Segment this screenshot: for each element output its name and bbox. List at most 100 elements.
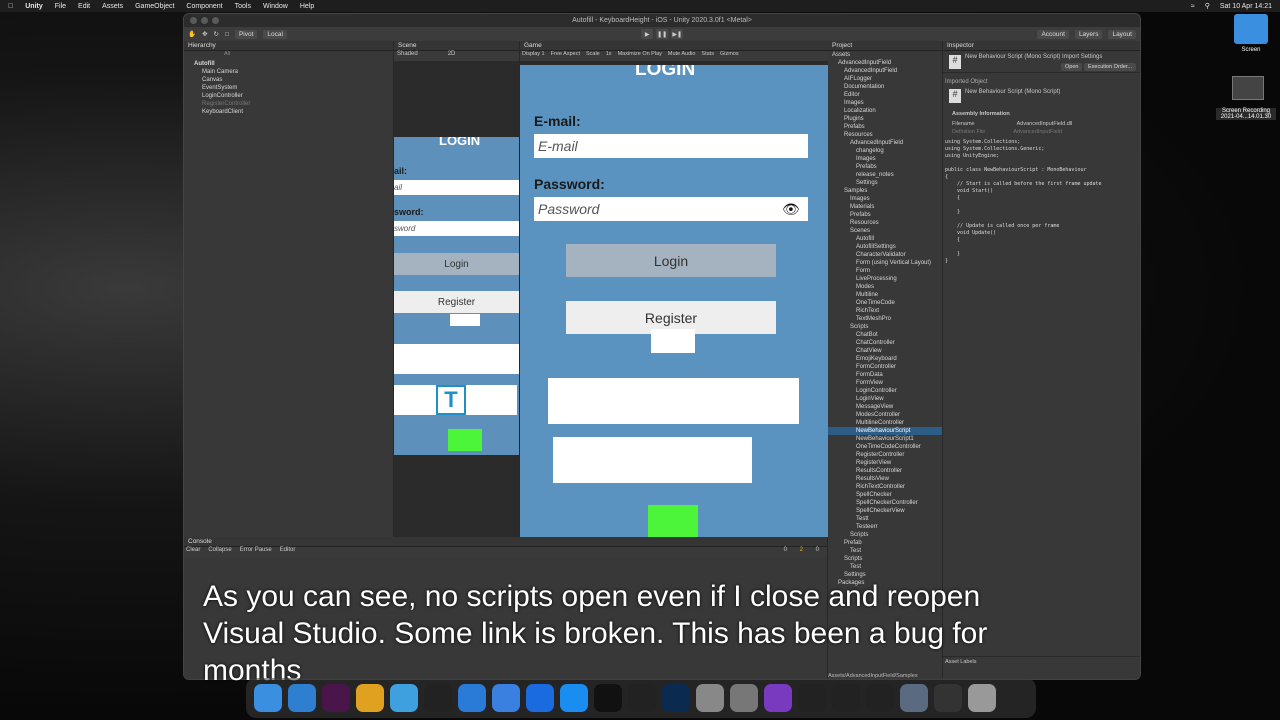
screens-icon[interactable] <box>934 684 962 712</box>
project-item[interactable]: Testeerr <box>828 523 942 531</box>
account-dropdown[interactable]: Account <box>1037 29 1069 39</box>
project-item[interactable]: ChatView <box>828 347 942 355</box>
project-item[interactable]: Plugins <box>828 115 942 123</box>
unity-icon[interactable] <box>866 684 894 712</box>
project-item[interactable]: Prefabs <box>828 163 942 171</box>
project-item[interactable]: LoginController <box>828 387 942 395</box>
unity-icon[interactable] <box>628 684 656 712</box>
project-item[interactable]: Images <box>828 155 942 163</box>
project-item[interactable]: Prefabs <box>828 123 942 131</box>
hierarchy-item[interactable]: LoginController <box>184 92 393 100</box>
menu-tools[interactable]: Tools <box>235 3 251 10</box>
mute-toggle[interactable]: Mute Audio <box>668 51 696 61</box>
project-item[interactable]: changelog <box>828 147 942 155</box>
shading-dropdown[interactable]: Shaded <box>397 51 418 61</box>
unity-icon[interactable] <box>798 684 826 712</box>
app-menu[interactable]: Unity <box>25 3 43 10</box>
hand-tool-icon[interactable]: ✋ <box>188 30 196 38</box>
vscode-icon[interactable] <box>288 684 316 712</box>
wifi-icon[interactable]: ≈ <box>1191 3 1195 10</box>
hierarchy-item[interactable]: Canvas <box>184 76 393 84</box>
menu-help[interactable]: Help <box>300 3 314 10</box>
project-item[interactable]: Test <box>828 563 942 571</box>
hierarchy-item[interactable]: EventSystem <box>184 84 393 92</box>
project-item[interactable]: Resources <box>828 131 942 139</box>
tab-scene[interactable]: Scene <box>394 41 519 51</box>
close-button[interactable] <box>190 17 197 24</box>
error-count[interactable]: 0 <box>816 547 819 553</box>
menu-edit[interactable]: Edit <box>78 3 90 10</box>
zoom-button[interactable] <box>212 17 219 24</box>
launchpad-icon[interactable] <box>696 684 724 712</box>
c-icon[interactable] <box>526 684 554 712</box>
email-input[interactable]: E-mail <box>534 134 808 158</box>
project-item[interactable]: Documentation <box>828 83 942 91</box>
photoshop-icon[interactable] <box>662 684 690 712</box>
search-icon[interactable]: ⚲ <box>1205 2 1210 10</box>
project-item[interactable]: Prefab <box>828 539 942 547</box>
rotate-tool-icon[interactable]: ↻ <box>214 30 219 38</box>
folder-icon[interactable] <box>1234 14 1268 44</box>
login-button[interactable]: Login <box>566 244 776 277</box>
project-item[interactable]: Images <box>828 195 942 203</box>
project-item[interactable]: Multiline <box>828 291 942 299</box>
project-item[interactable]: NewBehaviourScript1 <box>828 435 942 443</box>
project-item[interactable]: MessageView <box>828 403 942 411</box>
project-item[interactable]: RegisterView <box>828 459 942 467</box>
project-item[interactable]: Form (using Vertical Layout) <box>828 259 942 267</box>
password-input[interactable]: Password <box>534 197 808 221</box>
mail-icon[interactable] <box>492 684 520 712</box>
project-item[interactable]: FormData <box>828 371 942 379</box>
apple-icon[interactable]:  <box>8 3 13 10</box>
pause-button[interactable]: ❚❚ <box>656 29 669 39</box>
project-item[interactable]: AIFLogger <box>828 75 942 83</box>
warning-count[interactable]: 2 <box>800 547 803 553</box>
project-item[interactable]: RichTextController <box>828 483 942 491</box>
project-item[interactable]: SpellChecker <box>828 491 942 499</box>
mode-2d-button[interactable]: 2D <box>448 51 456 61</box>
project-item[interactable]: release_notes <box>828 171 942 179</box>
green-rect[interactable] <box>648 505 698 537</box>
scene-email-field[interactable]: ail <box>394 180 519 195</box>
appstore-icon[interactable] <box>560 684 588 712</box>
maximize-toggle[interactable]: Maximize On Play <box>618 51 662 61</box>
project-item[interactable]: AutofillSettings <box>828 243 942 251</box>
project-item[interactable]: Test <box>828 547 942 555</box>
chrome-icon[interactable] <box>356 684 384 712</box>
recording-thumbnail[interactable] <box>1232 76 1264 100</box>
pivot-button[interactable]: Pivot <box>234 29 258 39</box>
menu-window[interactable]: Window <box>263 3 288 10</box>
tab-project[interactable]: Project <box>828 41 942 51</box>
scene-small-button[interactable] <box>450 314 480 326</box>
project-item[interactable]: TextMeshPro <box>828 315 942 323</box>
slack-icon[interactable] <box>322 684 350 712</box>
unity-icon[interactable] <box>832 684 860 712</box>
project-item[interactable]: RegisterController <box>828 451 942 459</box>
project-item[interactable]: CharacterValidator <box>828 251 942 259</box>
execution-order-button[interactable]: Execution Order... <box>1084 63 1137 71</box>
layers-dropdown[interactable]: Layers <box>1074 29 1103 39</box>
tab-inspector[interactable]: Inspector <box>943 41 1140 51</box>
project-item[interactable]: Scripts <box>828 531 942 539</box>
small-button[interactable] <box>651 329 695 353</box>
scale-value[interactable]: 1x <box>606 51 612 61</box>
error-pause-button[interactable]: Error Pause <box>240 547 272 557</box>
scene-input-box[interactable] <box>394 344 519 374</box>
project-item[interactable]: NewBehaviourScript <box>828 427 942 435</box>
stats-toggle[interactable]: Stats <box>701 51 714 61</box>
scene-password-field[interactable]: sword <box>394 221 519 236</box>
project-item[interactable]: ChatBot <box>828 331 942 339</box>
terminal-icon[interactable] <box>594 684 622 712</box>
project-item[interactable]: Modes <box>828 283 942 291</box>
docs-icon[interactable] <box>900 684 928 712</box>
project-item[interactable]: Prefabs <box>828 211 942 219</box>
project-item[interactable]: AdvancedInputField <box>828 67 942 75</box>
move-tool-icon[interactable]: ✥ <box>202 30 207 38</box>
visualstudio-icon[interactable] <box>764 684 792 712</box>
minimize-button[interactable] <box>201 17 208 24</box>
tab-console[interactable]: Console <box>184 537 827 547</box>
project-item[interactable]: EmojiKeyboard <box>828 355 942 363</box>
info-count[interactable]: 0 <box>784 547 787 553</box>
project-item[interactable]: AdvancedInputField <box>828 139 942 147</box>
project-item[interactable]: Settings <box>828 179 942 187</box>
